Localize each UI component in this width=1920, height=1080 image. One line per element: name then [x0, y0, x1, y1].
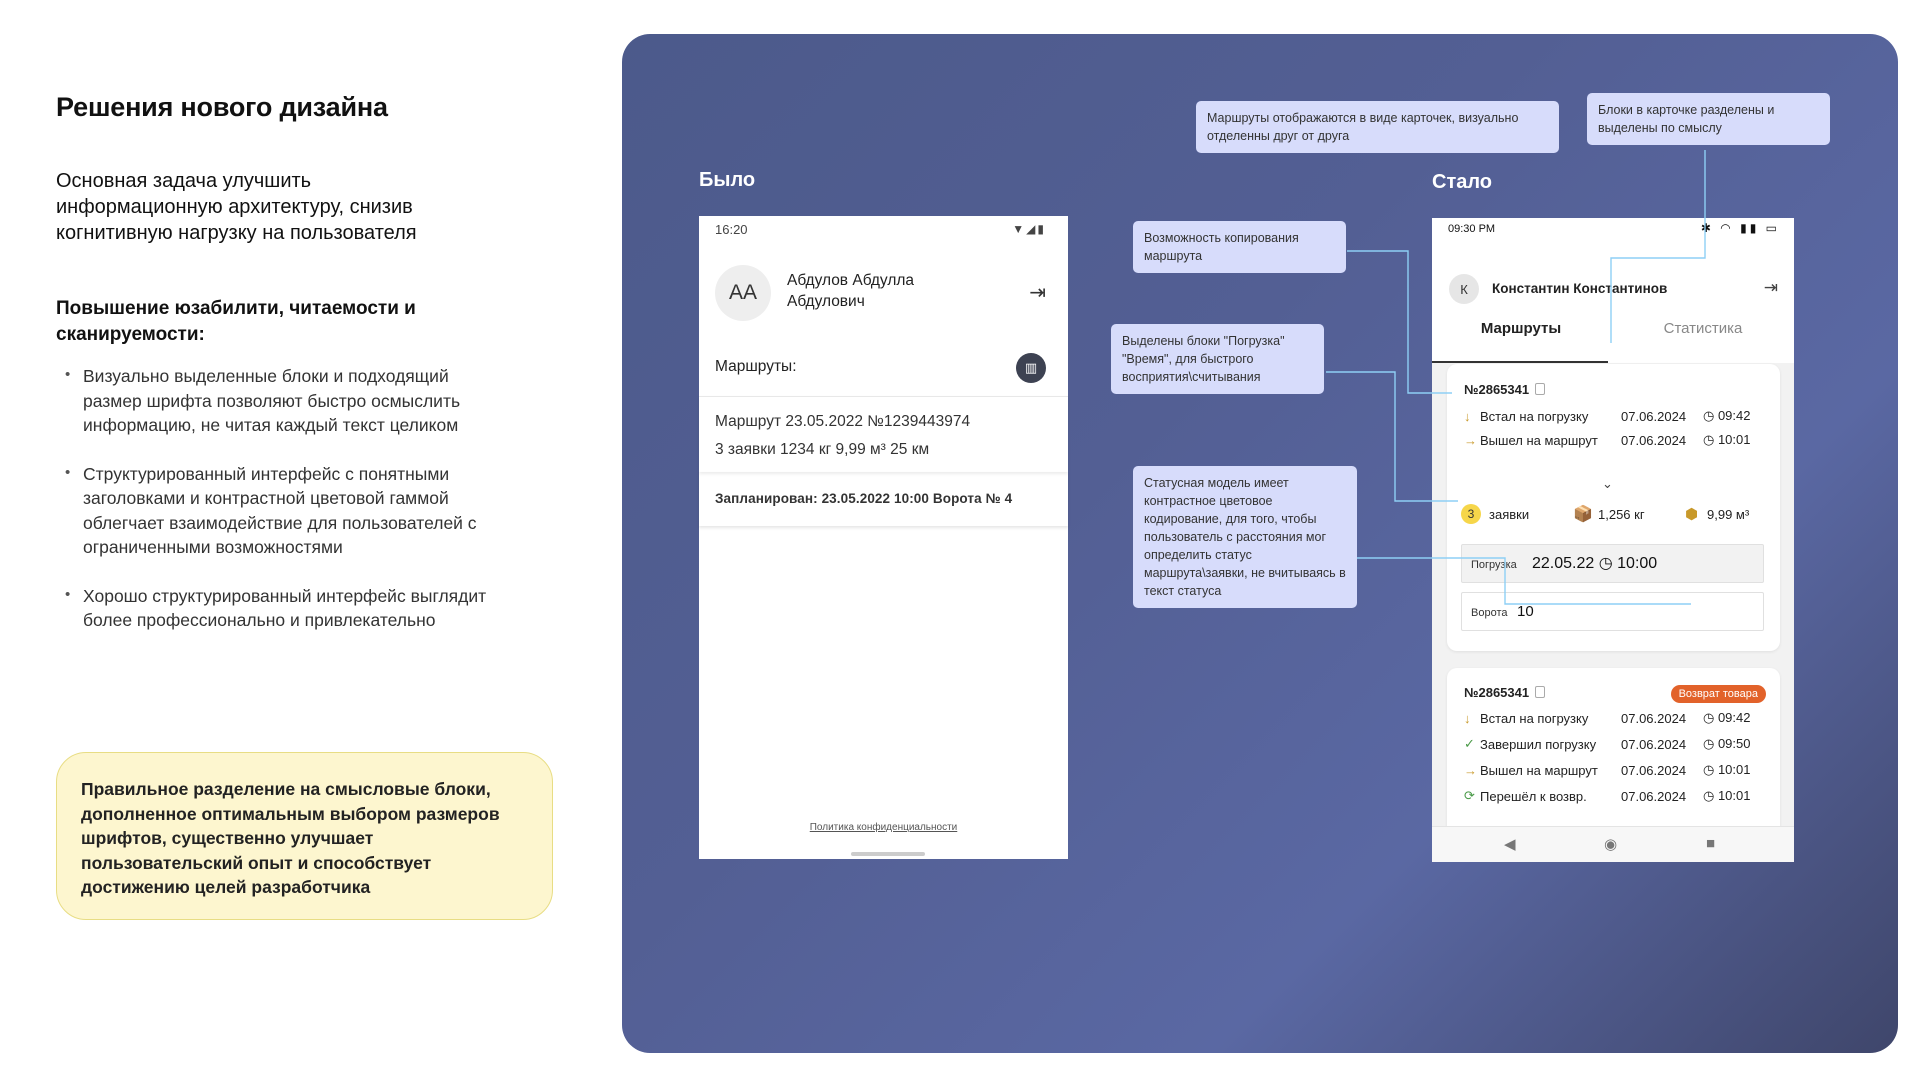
user-name: Абдулов Абдулла Абдулович: [787, 272, 915, 310]
after-label: Стало: [1432, 171, 1493, 193]
status-bar: 09:30 PM ✱ ◠ ▮▮ ▭: [1432, 218, 1794, 240]
planned-row: Запланирован: 23.05.2022 10:00 Ворота № …: [699, 472, 1068, 526]
callout-copy: Возможность копирования маршрута: [1133, 221, 1346, 273]
home-icon[interactable]: ◉: [1604, 835, 1617, 853]
route-card[interactable]: №2865341 ↓ Встал на погрузку 07.06.2024 …: [1447, 364, 1780, 651]
comparison-panel: Было Стало 16:20 ▼◢▮ AA Абдулов Абдулла …: [622, 34, 1898, 1053]
route-card[interactable]: Маршрут 23.05.2022 №1239443974 3 заявки …: [699, 396, 1068, 472]
status-badge: Возврат товара: [1670, 685, 1766, 703]
bullet-item: Структурированный интерфейс с понятными …: [56, 461, 501, 560]
copy-icon[interactable]: [1535, 383, 1546, 395]
route-id: №2865341: [1464, 382, 1546, 397]
stats-icon[interactable]: ▥: [1016, 353, 1046, 383]
logout-icon[interactable]: ⇥: [1764, 278, 1778, 298]
new-screen: 09:30 PM ✱ ◠ ▮▮ ▭ К Константин Константи…: [1432, 218, 1794, 862]
header: К Константин Константинов ⇥: [1432, 240, 1794, 363]
bullet-item: Хорошо структурированный интерфейс выгля…: [56, 583, 501, 633]
before-label: Было: [699, 169, 756, 191]
privacy-policy-link[interactable]: Политика конфиденциальности: [699, 822, 1068, 833]
arrow-down-icon: ↓: [1464, 408, 1471, 424]
callout-highlight: Выделены блоки "Погрузка" "Время", для б…: [1111, 324, 1324, 394]
callout-blocks: Блоки в карточке разделены и выделены по…: [1587, 93, 1830, 145]
box-icon: 📦: [1573, 506, 1593, 523]
route-title: Маршрут 23.05.2022 №1239443974: [715, 413, 971, 430]
status-row: → Вышел на маршрут 07.06.2024 ◷ 10:01: [1464, 432, 1751, 448]
loading-block: Погрузка 22.05.22 ◷ 10:00: [1461, 544, 1764, 583]
cube-icon: ⬢: [1685, 506, 1699, 523]
route-details: 3 заявки 1234 кг 9,99 м³ 25 км: [715, 441, 930, 458]
route-id: №2865341: [1464, 685, 1546, 700]
gate-block: Ворота 10: [1461, 592, 1764, 631]
status-row: ↓ Встал на погрузку 07.06.2024 ◷ 09:42: [1464, 408, 1751, 424]
tab-routes[interactable]: Маршруты: [1432, 320, 1610, 337]
callout-cards: Маршруты отображаются в виде карточек, в…: [1196, 101, 1559, 153]
page-title: Решения нового дизайна: [56, 92, 388, 122]
recents-icon[interactable]: ■: [1706, 835, 1715, 852]
avatar[interactable]: К: [1449, 274, 1479, 304]
bullet-list: Визуально выделенные блоки и подходящий …: [56, 363, 501, 657]
status-icons: ▼◢▮: [1012, 222, 1046, 236]
status-row: ✓ Завершил погрузку 07.06.2024 ◷ 09:50: [1464, 736, 1751, 752]
orders-count-badge: 3: [1461, 504, 1481, 524]
subtitle: Повышение юзабилити, читаемости и сканир…: [56, 298, 416, 345]
home-handle[interactable]: [851, 852, 925, 856]
tab-statistics[interactable]: Статистика: [1614, 320, 1792, 337]
task-text: Основная задача улучшить информационную …: [56, 170, 417, 244]
status-time: 16:20: [715, 222, 748, 237]
status-time: 09:30 PM: [1448, 223, 1496, 235]
logout-icon[interactable]: ⇥: [1029, 280, 1046, 305]
back-icon[interactable]: ◀: [1504, 835, 1516, 853]
bullet-item: Визуально выделенные блоки и подходящий …: [56, 363, 501, 438]
status-row: ↓ Встал на погрузку 07.06.2024 ◷ 09:42: [1464, 710, 1751, 726]
system-nav-bar: ◀ ◉ ■: [1432, 826, 1794, 862]
summary-note: Правильное разделение на смысловые блоки…: [56, 752, 553, 920]
route-metrics: 3 заявки 📦 1,256 кг ⬢ 9,99 м³: [1461, 504, 1771, 526]
routes-label: Маршруты:: [715, 358, 797, 375]
old-screen: 16:20 ▼◢▮ AA Абдулов Абдулла Абдулович ⇥…: [699, 216, 1068, 859]
arrow-right-icon: →: [1464, 432, 1477, 448]
avatar[interactable]: AA: [715, 265, 771, 321]
status-icons: ✱ ◠ ▮▮ ▭: [1700, 221, 1780, 235]
chevron-down-icon[interactable]: ⌄: [1602, 476, 1613, 492]
tab-underline: [1432, 361, 1608, 363]
status-row: ⟳ Перешёл к возвр. 07.06.2024 ◷ 10:01: [1464, 788, 1751, 804]
copy-icon[interactable]: [1535, 686, 1546, 698]
user-name: Константин Константинов: [1492, 281, 1668, 296]
left-column: Решения нового дизайна Основная задача у…: [56, 0, 556, 1080]
callout-status: Статусная модель имеет контрастное цвето…: [1133, 466, 1357, 608]
status-row: → Вышел на маршрут 07.06.2024 ◷ 10:01: [1464, 762, 1751, 778]
